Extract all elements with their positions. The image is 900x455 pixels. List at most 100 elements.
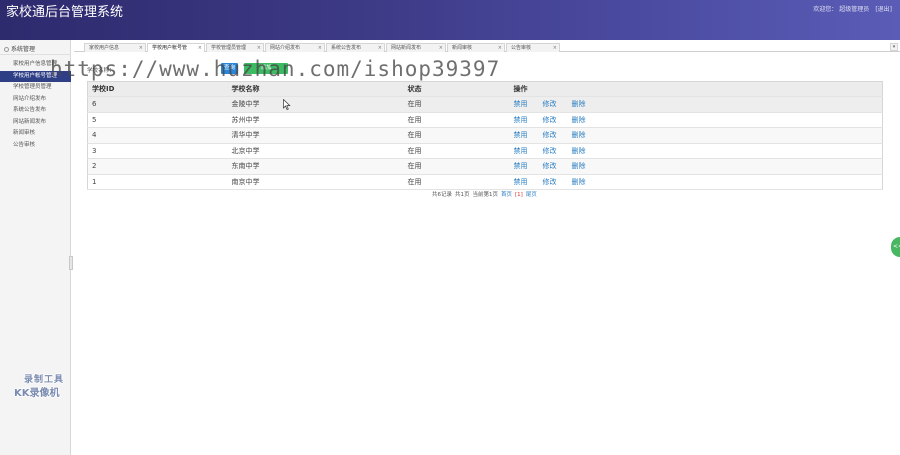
column-header-actions: 操作 xyxy=(509,81,883,97)
delete-link[interactable]: 删除 xyxy=(572,162,586,170)
tab-label: 网站新闻发布 xyxy=(391,45,422,51)
disable-link[interactable]: 禁用 xyxy=(514,131,528,139)
sidebar-item-system-notices[interactable]: 系统公告发布 xyxy=(0,105,71,117)
floating-expand-button[interactable]: << xyxy=(891,237,900,257)
edit-link[interactable]: 修改 xyxy=(543,116,557,124)
edit-link[interactable]: 修改 xyxy=(543,147,557,155)
tab-site-intro[interactable]: 网站介绍发布 × xyxy=(265,43,325,52)
table-row[interactable]: 3 北京中学 在用 禁用 修改 删除 xyxy=(87,143,883,159)
tab-scroll-icon[interactable]: ▾ xyxy=(890,43,898,51)
cell-status: 在用 xyxy=(403,143,510,159)
last-page-link[interactable]: 尾页 xyxy=(526,192,537,198)
delete-link[interactable]: 删除 xyxy=(572,178,586,186)
table-row[interactable]: 4 清华中学 在用 禁用 修改 删除 xyxy=(87,127,883,144)
first-page-link[interactable]: 首页 xyxy=(501,192,512,198)
tab-site-news[interactable]: 网站新闻发布 × xyxy=(386,43,446,52)
cell-actions: 禁用 修改 删除 xyxy=(509,143,883,159)
sidebar-item-school-accounts[interactable]: 学校用户帐号管理 xyxy=(0,70,71,82)
tab-school-admins[interactable]: 学校管理员管理 × xyxy=(206,43,264,52)
sidebar-item-notice-review[interactable]: 公告审核 xyxy=(0,140,71,152)
cell-id: 3 xyxy=(87,143,228,159)
sidebar-item-school-admins[interactable]: 学校管理员管理 xyxy=(0,82,71,94)
column-header-name[interactable]: 学校名称 xyxy=(227,81,404,97)
disable-link[interactable]: 禁用 xyxy=(514,147,528,155)
tab-notice-review[interactable]: 公告审核 × xyxy=(506,43,560,52)
sidebar-item-site-news[interactable]: 网站新闻发布 xyxy=(0,117,71,129)
cell-actions: 禁用 修改 删除 xyxy=(509,112,883,128)
tab-label: 公告审核 xyxy=(511,45,532,51)
tab-label: 家校用户信息 xyxy=(89,45,120,51)
logout-link[interactable]: [退出] xyxy=(875,6,892,13)
sidebar-section-header[interactable]: 系统管理 xyxy=(0,44,71,55)
cell-status: 在用 xyxy=(403,112,510,128)
close-icon[interactable]: × xyxy=(318,44,322,52)
close-icon[interactable]: × xyxy=(498,44,502,52)
sidebar-menu: 家校用户信息管理 学校用户帐号管理 学校管理员管理 网站介绍发布 系统公告发布 … xyxy=(0,59,71,151)
pager-total: 共6记录 xyxy=(432,192,452,198)
sidebar-item-family-users[interactable]: 家校用户信息管理 xyxy=(0,59,71,71)
cell-id: 5 xyxy=(87,112,228,128)
tab-bar: 家校用户信息 × 学校用户帐号管 × 学校管理员管理 × 网站介绍发布 × 系统公告发布… xyxy=(74,43,900,52)
cell-actions: 禁用 修改 删除 xyxy=(509,127,883,144)
cell-name: 苏州中学 xyxy=(227,112,404,128)
tab-label: 学校管理员管理 xyxy=(211,45,247,51)
cell-actions: 禁用 修改 删除 xyxy=(509,96,883,113)
cell-actions: 禁用 修改 删除 xyxy=(509,174,883,190)
table-row[interactable]: 6 金陵中学 在用 禁用 修改 删除 xyxy=(87,96,883,113)
edit-link[interactable]: 修改 xyxy=(543,162,557,170)
cell-id: 6 xyxy=(87,96,228,113)
cell-status: 在用 xyxy=(403,158,510,175)
delete-link[interactable]: 删除 xyxy=(572,131,586,139)
disable-link[interactable]: 禁用 xyxy=(514,178,528,186)
column-header-status[interactable]: 状态 xyxy=(403,81,510,97)
page-number[interactable]: [1] xyxy=(515,192,523,198)
school-name-label: 学校名称： xyxy=(87,68,115,74)
tab-system-notices[interactable]: 系统公告发布 × xyxy=(326,43,385,52)
tab-label: 网站介绍发布 xyxy=(270,45,301,51)
edit-link[interactable]: 修改 xyxy=(543,178,557,186)
edit-link[interactable]: 修改 xyxy=(543,100,557,108)
table-row[interactable]: 1 南京中学 在用 禁用 修改 删除 xyxy=(87,174,883,190)
tab-news-review[interactable]: 新闻审核 × xyxy=(447,43,505,52)
cell-status: 在用 xyxy=(403,96,510,113)
app-title: 家校通后台管理系统 xyxy=(6,5,124,20)
disable-link[interactable]: 禁用 xyxy=(514,162,528,170)
close-icon[interactable]: × xyxy=(553,44,557,52)
search-button[interactable]: 查询 xyxy=(221,63,238,74)
close-icon[interactable]: × xyxy=(257,44,261,52)
delete-link[interactable]: 删除 xyxy=(572,147,586,155)
table-row[interactable]: 5 苏州中学 在用 禁用 修改 删除 xyxy=(87,112,883,128)
close-icon[interactable]: × xyxy=(198,44,202,52)
cell-id: 2 xyxy=(87,158,228,175)
add-button[interactable]: 添加 xyxy=(244,63,288,74)
tab-school-accounts[interactable]: 学校用户帐号管 × xyxy=(147,43,205,52)
tab-label: 学校用户帐号管 xyxy=(152,45,188,51)
delete-link[interactable]: 删除 xyxy=(572,116,586,124)
cell-name: 南京中学 xyxy=(227,174,404,190)
disable-link[interactable]: 禁用 xyxy=(514,100,528,108)
cell-status: 在用 xyxy=(403,174,510,190)
delete-link[interactable]: 删除 xyxy=(572,100,586,108)
close-icon[interactable]: × xyxy=(378,44,382,52)
table-row[interactable]: 2 东南中学 在用 禁用 修改 删除 xyxy=(87,158,883,175)
cell-name: 金陵中学 xyxy=(227,96,404,113)
edit-link[interactable]: 修改 xyxy=(543,131,557,139)
recorder-name-label: KK录像机 xyxy=(14,388,60,399)
sidebar-item-news-review[interactable]: 新闻审核 xyxy=(0,128,71,140)
recorder-watermark: 录制工具 KK录像机 xyxy=(14,372,80,400)
mouse-cursor-icon xyxy=(283,99,291,110)
pager-current: 当前第1页 xyxy=(472,192,499,198)
cell-id: 4 xyxy=(87,127,228,144)
column-header-id[interactable]: 学校ID xyxy=(87,81,228,97)
cell-name: 清华中学 xyxy=(227,127,404,144)
app-header: 家校通后台管理系统 欢迎您： 超级管理员 [退出] xyxy=(0,0,900,40)
sidebar-item-site-intro[interactable]: 网站介绍发布 xyxy=(0,94,71,106)
sidebar-section-label: 系统管理 xyxy=(11,46,36,53)
tab-family-users[interactable]: 家校用户信息 × xyxy=(84,43,146,52)
table-header-row: 学校ID 学校名称 状态 操作 xyxy=(87,81,883,97)
disable-link[interactable]: 禁用 xyxy=(514,116,528,124)
close-icon[interactable]: × xyxy=(139,44,143,52)
sidebar-collapse-handle[interactable] xyxy=(69,256,73,270)
close-icon[interactable]: × xyxy=(439,44,443,52)
current-user: 超级管理员 xyxy=(839,6,870,13)
